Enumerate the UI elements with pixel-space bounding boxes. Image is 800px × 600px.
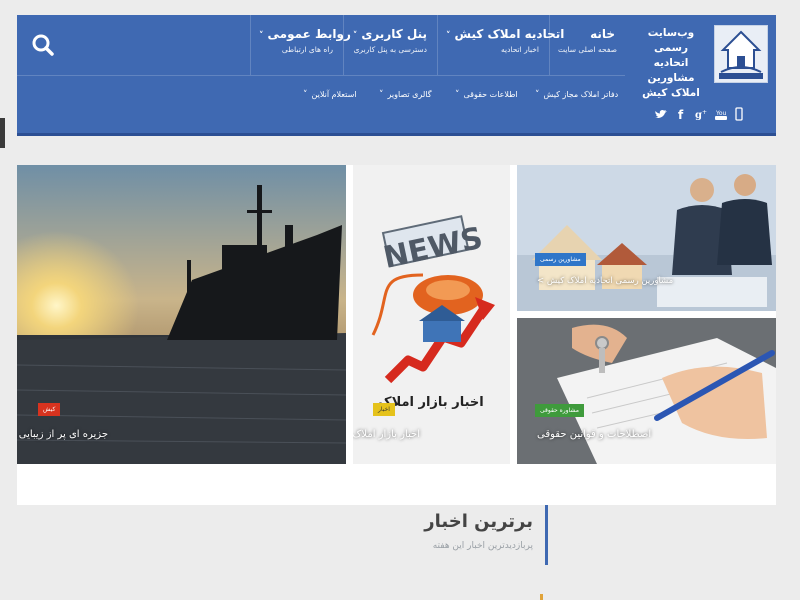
chevron-down-icon: ˅ <box>352 31 358 41</box>
tile-caption: اخبار بازار املاک <box>353 429 420 440</box>
nav-sublabel: راه های ارتباطی <box>281 45 333 54</box>
subnav-label: استعلام آنلاین <box>311 90 357 99</box>
category-badge: مشاورین رسمی <box>535 253 586 266</box>
contract-keys-image <box>517 318 776 464</box>
main-nav: ˅ روابط عمومی راه های ارتباطی ˅ پنل کاربری… <box>17 15 625 75</box>
section-title: برترین اخبار <box>424 511 533 532</box>
category-badge: کیش <box>38 403 61 416</box>
category-badge: مشاوره حقوقی <box>535 404 584 417</box>
badge-label: اخبار <box>378 406 390 413</box>
svg-text:g: g <box>695 110 702 121</box>
badge-label: مشاورین رسمی <box>540 256 581 263</box>
featured-tile-market-news[interactable]: NEWS اخبار بازار املاک اخبار اخبار بازار… <box>353 165 510 464</box>
search-button[interactable] <box>27 29 59 61</box>
brand-line: املاک کیش <box>642 87 700 99</box>
subnav-label: دفاتر املاک مجاز کیش <box>543 90 619 99</box>
featured-tile-consultants[interactable]: مشاورین رسمی < مشاورین رسمی اتحادیه املا… <box>517 165 776 311</box>
search-icon <box>32 34 54 56</box>
google-plus-icon[interactable]: g + <box>694 107 708 121</box>
youtube-icon[interactable]: You <box>714 107 728 121</box>
logo-house-icon <box>719 30 763 79</box>
brand: وب‌سایت رسمی اتحادیه مشاورین املاک کیش Y… <box>625 15 776 133</box>
ship-sunset-image <box>17 165 346 464</box>
svg-text:f: f <box>678 108 684 121</box>
nav-home[interactable]: خانه صفحه اصلی سایت <box>549 15 625 75</box>
section-subtitle: پربازدیدترین اخبار این هفته <box>432 541 533 551</box>
nav-sublabel: دسترسی به پنل کاربری <box>353 45 427 54</box>
chevron-down-icon: ˅ <box>455 90 460 100</box>
subnav-item-online-inquiry[interactable]: ˅ استعلام آنلاین <box>303 90 357 100</box>
nav-user-panel[interactable]: ˅ پنل کاربری دسترسی به پنل کاربری <box>343 15 437 75</box>
consultants-image <box>517 165 776 311</box>
mobile-icon[interactable] <box>732 107 746 121</box>
facebook-icon[interactable]: f <box>674 107 688 122</box>
accent-mark <box>540 594 543 600</box>
svg-text:+: + <box>702 109 707 116</box>
tile-caption: اصطلاحات و قوانین حقوقی <box>537 429 652 440</box>
subnav-item-licensed-agencies[interactable]: ˅ دفاتر املاک مجاز کیش <box>535 90 618 100</box>
subnav-label: اطلاعات حقوقی <box>463 90 518 99</box>
nav-sublabel: صفحه اصلی سایت <box>558 45 618 54</box>
side-tab[interactable] <box>0 118 5 148</box>
news-graph-image: NEWS اخبار بازار املاک <box>353 165 510 464</box>
nav-label: اتحادیه املاک کیش <box>454 27 565 41</box>
nav-label: خانه <box>590 27 615 41</box>
site-logo[interactable] <box>714 25 768 83</box>
brand-line: وب‌سایت رسمی <box>647 27 695 54</box>
nav-union[interactable]: ˅ اتحادیه املاک کیش اخبار اتحادیه <box>437 15 564 75</box>
tile-caption: < مشاورین رسمی اتحادیه املاک کیش <box>537 276 674 286</box>
featured-grid: کیش جزیره ای پر از زیبایی NEWS اخبار باز… <box>17 165 776 505</box>
badge-label: مشاوره حقوقی <box>540 407 579 414</box>
badge-label: کیش <box>43 406 56 413</box>
category-badge: اخبار <box>373 403 395 416</box>
top-news-section: برترین اخبار پربازدیدترین اخبار این هفته <box>410 505 548 565</box>
chevron-down-icon: ˅ <box>303 90 308 100</box>
chevron-down-icon: ˅ <box>259 31 264 41</box>
tile-caption: جزیره ای پر از زیبایی <box>18 429 108 440</box>
brand-title: وب‌سایت رسمی اتحادیه مشاورین املاک کیش <box>630 26 712 101</box>
subnav-item-gallery[interactable]: ˅ گالری تصاویر <box>379 90 432 100</box>
site-header: ˅ روابط عمومی راه های ارتباطی ˅ پنل کاربری… <box>17 15 776 136</box>
subnav-item-legal[interactable]: ˅ اطلاعات حقوقی <box>455 90 518 100</box>
brand-line: اتحادیه مشاورین <box>647 57 695 84</box>
featured-tile-kish-island[interactable]: کیش جزیره ای پر از زیبایی <box>17 165 346 464</box>
chevron-down-icon: ˅ <box>379 90 384 100</box>
nav-label: پنل کاربری <box>361 27 427 41</box>
svg-text:You: You <box>715 110 727 117</box>
nav-label: روابط عمومی <box>267 27 351 41</box>
nav-sublabel: اخبار اتحادیه <box>500 45 539 54</box>
chevron-down-icon: ˅ <box>535 90 540 100</box>
sub-nav: ˅ استعلام آنلاین ˅ گالری تصاویر ˅ اطلاعات ح… <box>17 75 625 121</box>
twitter-icon[interactable] <box>654 107 668 121</box>
chevron-down-icon: ˅ <box>446 31 451 41</box>
nav-public-relations[interactable]: ˅ روابط عمومی راه های ارتباطی <box>250 15 351 75</box>
featured-tile-legal-terms[interactable]: مشاوره حقوقی اصطلاحات و قوانین حقوقی <box>517 318 776 464</box>
subnav-label: گالری تصاویر <box>387 90 432 99</box>
